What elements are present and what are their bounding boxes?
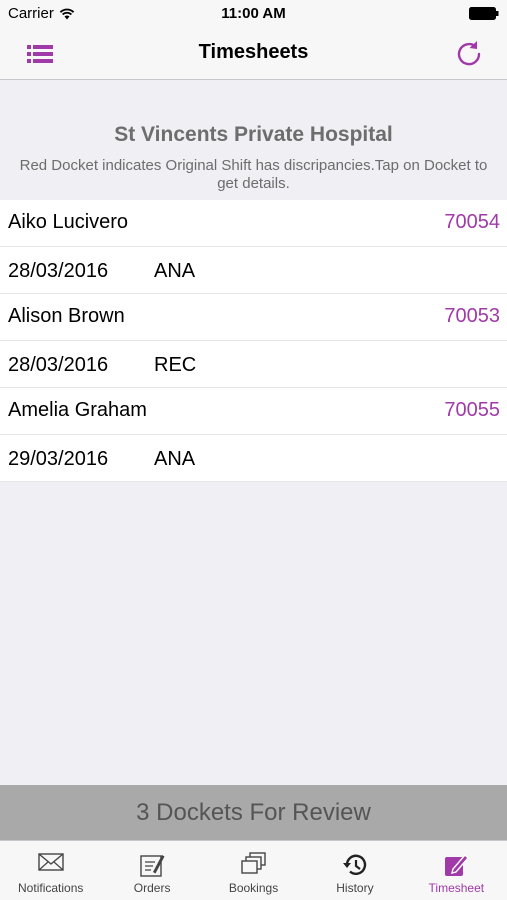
docket-code: ANA [154,448,196,470]
orders-icon [140,855,165,877]
history-icon [342,854,367,875]
bookings-icon [240,852,266,874]
docket-number: 70053 [444,305,500,327]
docket-employee-name: Aiko Lucivero [8,211,129,233]
refresh-icon [457,41,481,66]
docket-date: 28/03/2016 [8,260,109,282]
docket-date: 28/03/2016 [8,354,109,376]
timesheet-icon [445,853,470,876]
tab-label: History [336,881,374,895]
docket-employee-name: Alison Brown [8,305,125,327]
docket-detail-row: 28/03/2016 REC [0,341,507,388]
docket-instructions: Red Docket indicates Original Shift has … [19,157,488,192]
docket-detail-row: 28/03/2016 ANA [0,247,507,294]
docket-item[interactable]: Alison Brown 70053 28/03/2016 REC [0,294,507,388]
docket-code: ANA [154,260,196,282]
docket-header-row: Alison Brown 70053 [0,294,507,341]
tab-history[interactable]: History [304,841,405,900]
envelope-icon [38,853,64,871]
docket-header-row: Amelia Graham 70055 [0,388,507,435]
tab-notifications[interactable]: Notifications [0,841,101,900]
status-bar: Carrier 11:00 AM [0,0,507,28]
refresh-button[interactable] [453,38,485,70]
docket-list: Aiko Lucivero 70054 28/03/2016 ANA Aliso… [0,200,507,482]
docket-detail-row: 29/03/2016 ANA [0,435,507,482]
docket-item[interactable]: Amelia Graham 70055 29/03/2016 ANA [0,388,507,482]
tab-timesheet[interactable]: Timesheet [406,841,507,900]
tab-bookings[interactable]: Bookings [203,841,304,900]
docket-number: 70055 [444,399,500,421]
docket-employee-name: Amelia Graham [8,399,147,421]
tab-label: Bookings [228,881,279,895]
status-time: 11:00 AM [221,5,286,22]
tab-label: Timesheet [428,881,485,895]
dockets-for-review-button[interactable]: 3 Dockets For Review [0,785,507,840]
docket-header-row: Aiko Lucivero 70054 [0,200,507,247]
nav-bar: Timesheets [0,28,507,80]
hospital-header: St Vincents Private Hospital Red Docket … [0,81,507,200]
page-title: Timesheets [198,41,309,63]
docket-item[interactable]: Aiko Lucivero 70054 28/03/2016 ANA [0,200,507,294]
tab-orders[interactable]: Orders [101,841,202,900]
docket-date: 29/03/2016 [8,448,109,470]
hospital-name: St Vincents Private Hospital [114,123,393,146]
docket-code: REC [154,354,197,376]
tab-label: Orders [133,881,171,895]
battery-icon [469,7,499,20]
tab-label: Notifications [18,881,84,895]
tab-bar: Notifications Orders Bookings History Ti… [0,840,507,900]
docket-number: 70054 [444,211,500,233]
